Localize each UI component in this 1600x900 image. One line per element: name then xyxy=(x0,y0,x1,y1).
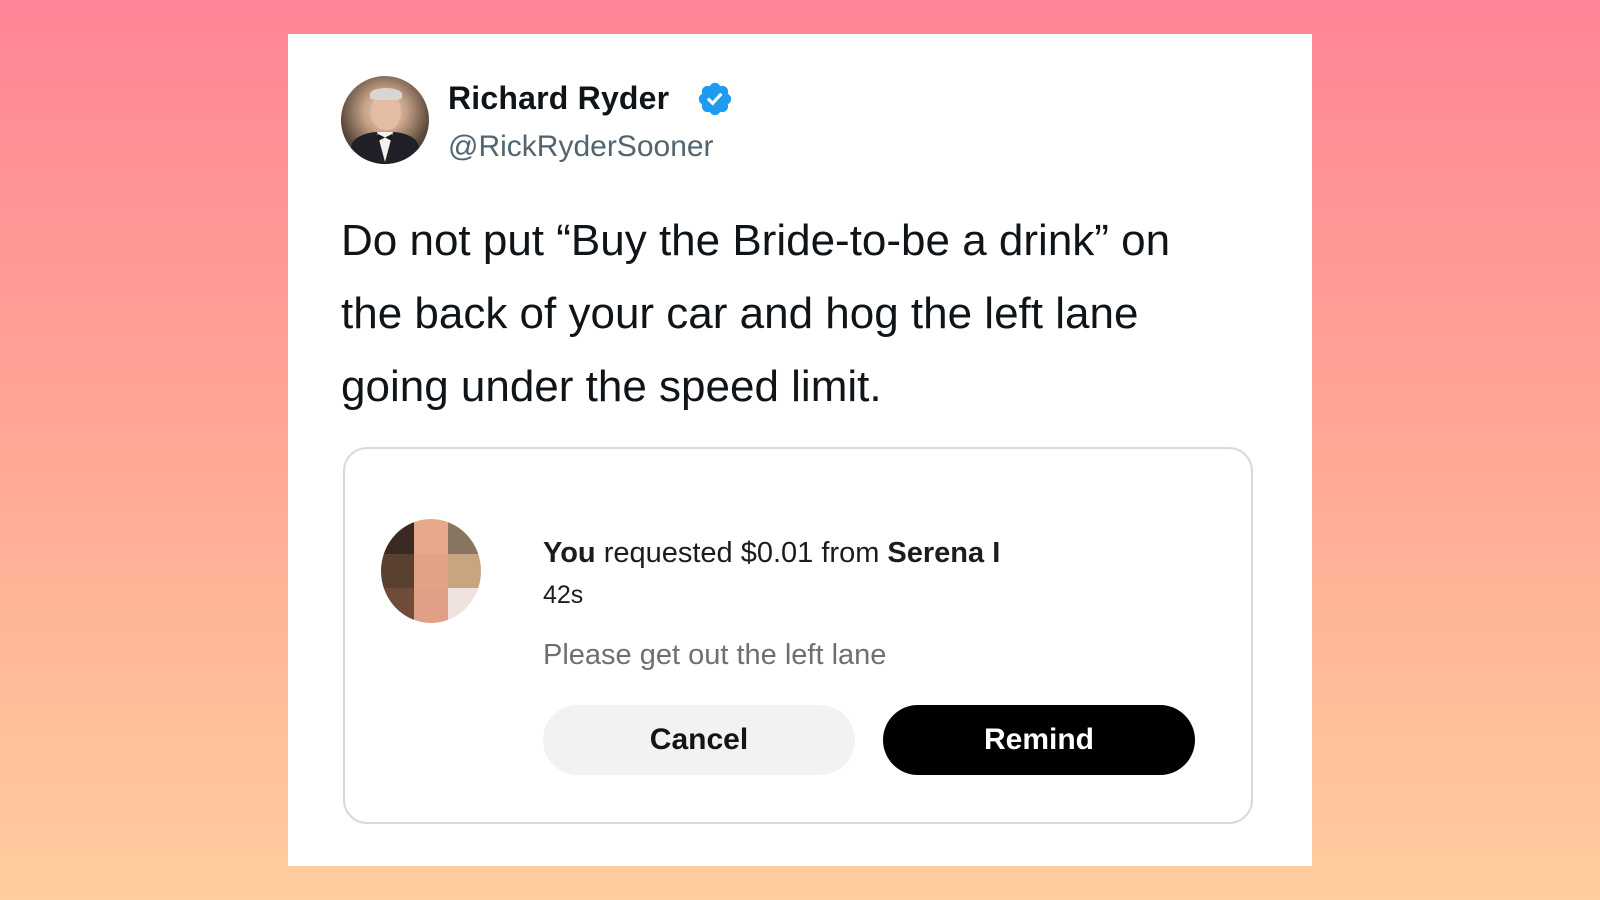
author-name[interactable]: Richard Ryder xyxy=(448,80,669,117)
tweet-card: Richard Ryder @RickRyderSooner Do not pu… xyxy=(288,34,1312,866)
recipient-avatar-pixelated xyxy=(381,519,481,623)
avatar-hair xyxy=(370,88,402,100)
request-summary: You requested $0.01 from Serena I xyxy=(543,537,1000,570)
request-note: Please get out the left lane xyxy=(543,639,887,671)
request-action: requested $0.01 from xyxy=(603,537,880,569)
payment-request-card: You requested $0.01 from Serena I 42s Pl… xyxy=(343,447,1253,824)
author-handle[interactable]: @RickRyderSooner xyxy=(448,130,714,164)
author-avatar[interactable] xyxy=(341,76,429,164)
tweet-text: Do not put “Buy the Bride-to-be a drink”… xyxy=(341,216,1171,411)
cancel-button[interactable]: Cancel xyxy=(543,705,855,775)
request-recipient: Serena I xyxy=(887,537,1001,569)
verified-badge-icon xyxy=(698,82,732,116)
request-actor: You xyxy=(543,537,596,569)
request-timestamp: 42s xyxy=(543,581,584,609)
remind-button[interactable]: Remind xyxy=(883,705,1195,775)
